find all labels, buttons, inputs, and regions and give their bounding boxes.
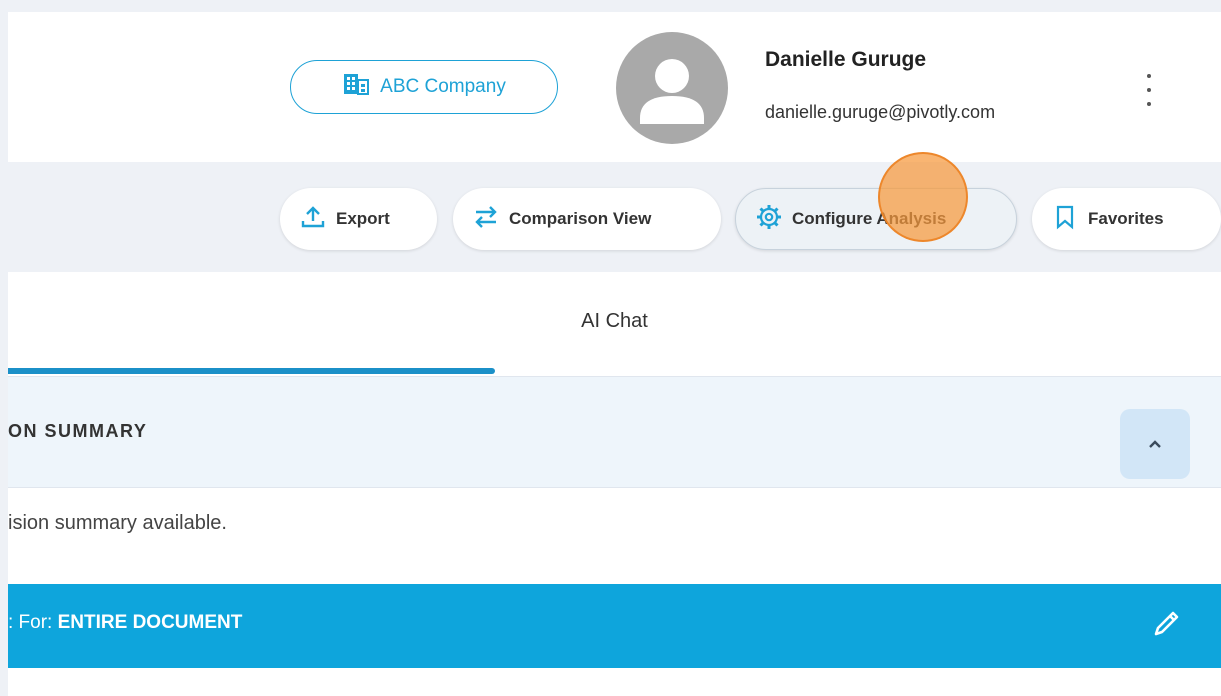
export-button[interactable]: Export: [280, 188, 437, 250]
building-icon: [342, 70, 370, 104]
export-label: Export: [336, 209, 390, 228]
company-selector-button[interactable]: ABC Company: [290, 60, 558, 114]
selection-prefix: : For:: [8, 612, 58, 633]
favorites-label: Favorites: [1088, 209, 1164, 228]
chevron-up-icon: [1149, 440, 1161, 448]
user-email: danielle.guruge@pivotly.com: [765, 102, 996, 122]
collapse-button[interactable]: [1120, 409, 1190, 479]
app-panel: ABC Company Danielle Guruge danielle.gur…: [8, 12, 1221, 696]
summary-text: ision summary available.: [8, 512, 227, 534]
user-name: Danielle Guruge: [765, 48, 927, 71]
active-tab-indicator: [8, 368, 495, 374]
tab-bar: AI Chat: [8, 272, 1221, 376]
bookmark-icon: [1052, 204, 1078, 235]
selection-value: ENTIRE DOCUMENT: [57, 612, 243, 633]
accordion-title: ON SUMMARY: [8, 421, 148, 441]
click-indicator: [878, 152, 968, 242]
upload-icon: [300, 204, 326, 235]
summary-accordion-header[interactable]: ON SUMMARY: [8, 376, 1221, 488]
favorites-button[interactable]: Favorites: [1032, 188, 1221, 250]
tab-ai-chat[interactable]: AI Chat: [8, 310, 1221, 333]
swap-arrows-icon: [473, 204, 499, 235]
comparison-view-label: Comparison View: [509, 209, 652, 228]
avatar[interactable]: [616, 32, 728, 144]
pencil-icon[interactable]: [1146, 604, 1186, 644]
comparison-view-button[interactable]: Comparison View: [453, 188, 721, 250]
selection-text: : For: ENTIRE DOCUMENT: [8, 612, 242, 634]
gear-icon: [756, 204, 782, 235]
company-label: ABC Company: [380, 76, 506, 97]
person-icon: [640, 59, 704, 124]
kebab-icon[interactable]: [1139, 74, 1159, 106]
top-header: ABC Company Danielle Guruge danielle.gur…: [8, 12, 1221, 162]
configure-analysis-button[interactable]: Configure Analysis: [735, 188, 1017, 250]
selection-bar: : For: ENTIRE DOCUMENT: [8, 584, 1221, 668]
toolbar: Export Comparison View Configure Analysi…: [8, 162, 1221, 272]
